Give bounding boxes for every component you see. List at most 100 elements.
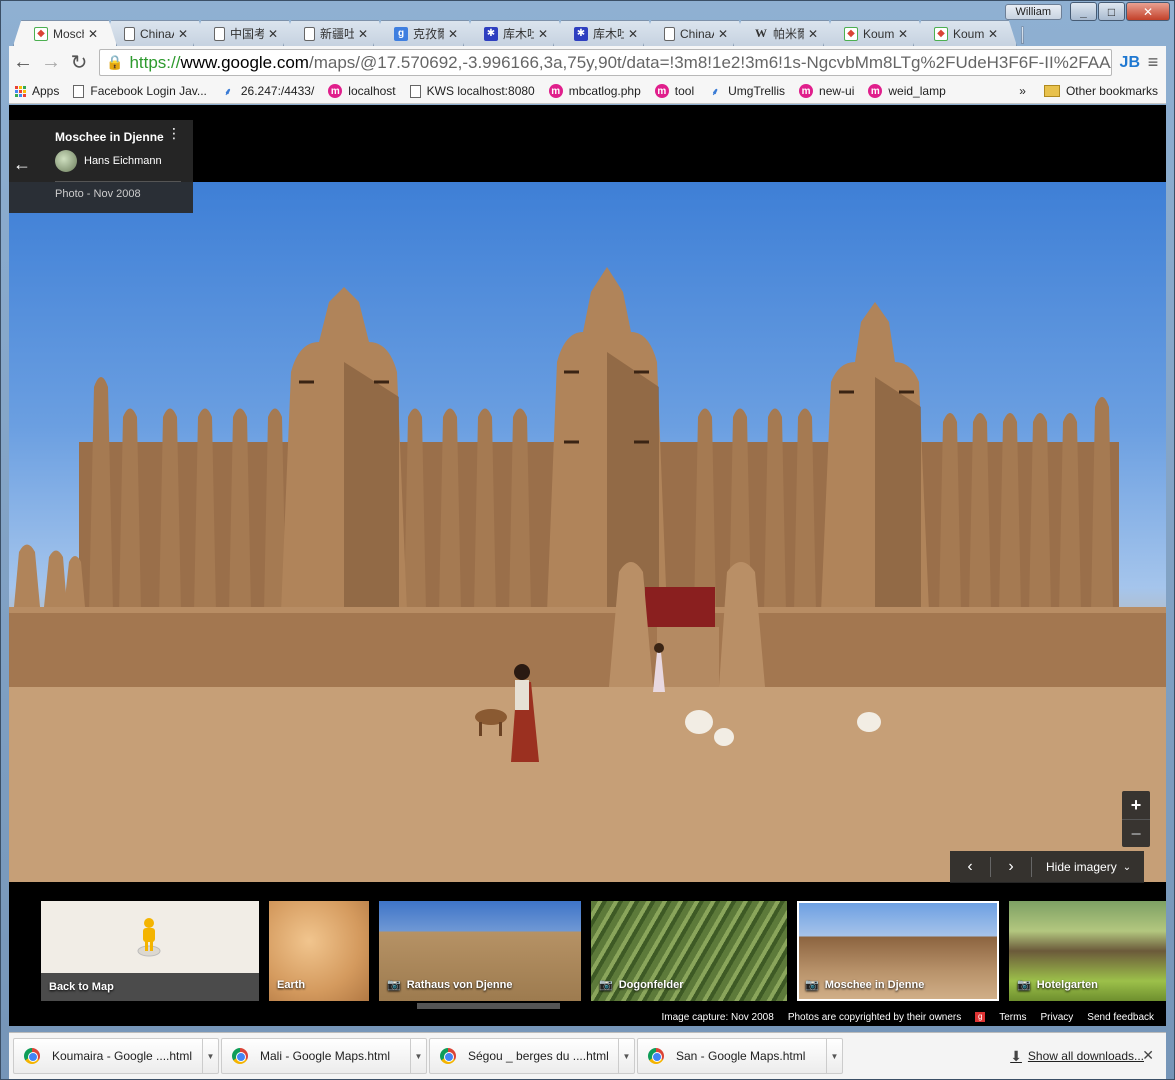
download-menu-caret[interactable]: ▼ xyxy=(826,1039,842,1073)
zoom-control: + − xyxy=(1122,791,1150,847)
back-button[interactable]: ← xyxy=(9,49,37,77)
author-name[interactable]: Hans Eichmann xyxy=(84,155,162,167)
jetbrains-extension-icon[interactable]: JB xyxy=(1120,54,1140,72)
author-avatar[interactable] xyxy=(55,150,77,172)
more-options-icon[interactable]: ⋮ xyxy=(167,126,181,140)
close-downloads-bar-icon[interactable]: ✕ xyxy=(1142,1047,1154,1064)
hide-imagery-button[interactable]: Hide imagery xyxy=(1046,860,1117,874)
bookmark-label: new-ui xyxy=(819,84,855,98)
hotelgarten-thumbnail[interactable]: 📷 Hotelgarten xyxy=(1009,901,1166,1001)
download-filename: Ségou _ berges du ....html xyxy=(468,1049,609,1063)
google-maps-favicon: ◆ xyxy=(844,26,858,41)
close-tab-icon[interactable]: ✕ xyxy=(628,27,638,41)
bookmark-weid-lamp[interactable]: m weid_lamp xyxy=(868,84,946,98)
bookmark-mbcatlog[interactable]: m mbcatlog.php xyxy=(548,84,641,98)
download-menu-caret[interactable]: ▼ xyxy=(202,1039,218,1073)
tab-kouma-1[interactable]: ◆ Kouma ✕ xyxy=(823,20,927,46)
close-tab-icon[interactable]: ✕ xyxy=(718,27,728,41)
download-filename: Mali - Google Maps.html xyxy=(260,1049,391,1063)
page-icon xyxy=(214,26,225,41)
back-to-map-thumbnail[interactable]: Back to Map xyxy=(41,901,259,1001)
download-item[interactable]: Ségou _ berges du ....html ▼ xyxy=(429,1038,635,1074)
close-tab-icon[interactable]: ✕ xyxy=(448,27,458,41)
baidu-paw-icon: ✱ xyxy=(484,26,498,41)
earth-thumbnail[interactable]: Earth xyxy=(269,901,369,1001)
zoom-out-button[interactable]: − xyxy=(1122,819,1150,847)
tab-chinaa[interactable]: ChinaA ✕ xyxy=(103,20,207,46)
tab-kumutu-2[interactable]: ✱ 库木吐 ✕ xyxy=(553,20,657,46)
forward-button[interactable]: → xyxy=(37,49,65,77)
tab-title: ChinaA xyxy=(680,26,714,41)
maximize-button[interactable]: □ xyxy=(1098,2,1125,21)
bookmark-new-ui[interactable]: m new-ui xyxy=(799,84,854,98)
m-icon: m xyxy=(548,84,563,98)
download-item[interactable]: Mali - Google Maps.html ▼ xyxy=(221,1038,427,1074)
bookmark-localhost[interactable]: m localhost xyxy=(328,84,396,98)
close-tab-icon[interactable]: ✕ xyxy=(268,27,278,41)
close-tab-icon[interactable]: ✕ xyxy=(898,27,908,41)
minimize-button[interactable]: _ xyxy=(1070,2,1097,21)
tab-kumutu-1[interactable]: ✱ 库木吐 ✕ xyxy=(463,20,567,46)
download-menu-caret[interactable]: ▼ xyxy=(410,1039,426,1073)
camera-icon: 📷 xyxy=(387,979,401,991)
previous-photo-button[interactable]: ‹ xyxy=(950,858,990,876)
tab-title: Kouma xyxy=(953,26,984,41)
google-plus-icon[interactable]: g xyxy=(975,1012,986,1022)
close-tab-icon[interactable]: ✕ xyxy=(988,27,998,41)
tab-kezier[interactable]: g 克孜爾 ✕ xyxy=(373,20,477,46)
terms-link[interactable]: Terms xyxy=(999,1012,1026,1023)
bookmark-apps[interactable]: Apps xyxy=(15,84,59,98)
panorama-photo[interactable] xyxy=(9,182,1166,882)
tab-moschee[interactable]: ◆ Mosch ✕ xyxy=(13,20,117,46)
tab-kouma-2[interactable]: ◆ Kouma ✕ xyxy=(913,20,1017,46)
tab-zhongguo[interactable]: 中国考 ✕ xyxy=(193,20,297,46)
profile-button[interactable]: William xyxy=(1004,4,1062,20)
moschee-thumbnail[interactable]: 📷 Moschee in Djenne xyxy=(797,901,999,1001)
bookmark-ip[interactable]: ⸙ 26.247:/4433/ xyxy=(221,84,314,98)
chevron-down-icon[interactable]: ⌄ xyxy=(1123,862,1131,873)
bookmark-label: KWS localhost:8080 xyxy=(426,84,535,98)
bookmark-label: Facebook Login Jav... xyxy=(90,84,207,98)
bookmark-label: Apps xyxy=(32,84,60,98)
close-tab-icon[interactable]: ✕ xyxy=(538,27,548,41)
download-menu-caret[interactable]: ▼ xyxy=(618,1039,634,1073)
address-bar[interactable]: 🔒 https://www.google.com/maps/@17.570692… xyxy=(99,49,1112,76)
m-icon: m xyxy=(654,84,669,98)
bookmark-facebook-login[interactable]: Facebook Login Jav... xyxy=(73,84,207,98)
camera-icon: 📷 xyxy=(805,979,819,991)
close-tab-icon[interactable]: ✕ xyxy=(178,27,188,41)
rathaus-thumbnail[interactable]: 📷 Rathaus von Djenne xyxy=(379,901,581,1001)
bookmark-kws[interactable]: KWS localhost:8080 xyxy=(409,84,535,98)
chrome-menu-icon[interactable]: ≡ xyxy=(1140,52,1166,73)
tab-chinaa-2[interactable]: ChinaA ✕ xyxy=(643,20,747,46)
thumbnail-label: Moschee in Djenne xyxy=(824,978,925,991)
close-tab-icon[interactable]: ✕ xyxy=(808,27,818,41)
bookmark-label: 26.247:/4433/ xyxy=(240,84,315,98)
send-feedback-link[interactable]: Send feedback xyxy=(1087,1012,1154,1023)
photo-title: Moschee in Djenne xyxy=(55,130,164,144)
download-item[interactable]: Koumaira - Google ....html ▼ xyxy=(13,1038,219,1074)
other-bookmarks-folder[interactable]: Other bookmarks xyxy=(1043,84,1158,98)
show-all-downloads-link[interactable]: ⬇ Show all downloads... xyxy=(1010,1048,1144,1065)
dogonfelder-thumbnail[interactable]: 📷 Dogonfelder xyxy=(591,901,787,1001)
page-icon xyxy=(304,26,315,41)
download-item[interactable]: San - Google Maps.html ▼ xyxy=(637,1038,843,1074)
privacy-link[interactable]: Privacy xyxy=(1040,1012,1073,1023)
back-arrow-icon[interactable]: ← xyxy=(13,154,31,175)
tab-pamir[interactable]: W 帕米爾 ✕ xyxy=(733,20,837,46)
jira-icon: ⸙ xyxy=(224,87,232,98)
bookmark-tool[interactable]: m tool xyxy=(654,84,694,98)
bookmarks-overflow-button[interactable]: » xyxy=(1019,84,1026,98)
new-tab-button[interactable] xyxy=(1021,26,1024,44)
reload-button[interactable]: ↻ xyxy=(65,49,93,77)
zoom-in-button[interactable]: + xyxy=(1131,791,1142,819)
close-window-button[interactable]: ✕ xyxy=(1126,2,1170,21)
browser-window: William _ □ ✕ ◆ Mosch ✕ ChinaA ✕ 中国考 ✕ 新… xyxy=(0,0,1175,1080)
bookmark-umgtrellis[interactable]: ⸙ UmgTrellis xyxy=(708,84,785,98)
next-photo-button[interactable]: › xyxy=(991,858,1031,876)
tab-xinjiang[interactable]: 新疆吐 ✕ xyxy=(283,20,387,46)
close-tab-icon[interactable]: ✕ xyxy=(358,27,368,41)
window-controls: _ □ ✕ xyxy=(1070,2,1170,21)
close-tab-icon[interactable]: ✕ xyxy=(88,27,98,41)
bookmark-label: weid_lamp xyxy=(888,84,946,98)
